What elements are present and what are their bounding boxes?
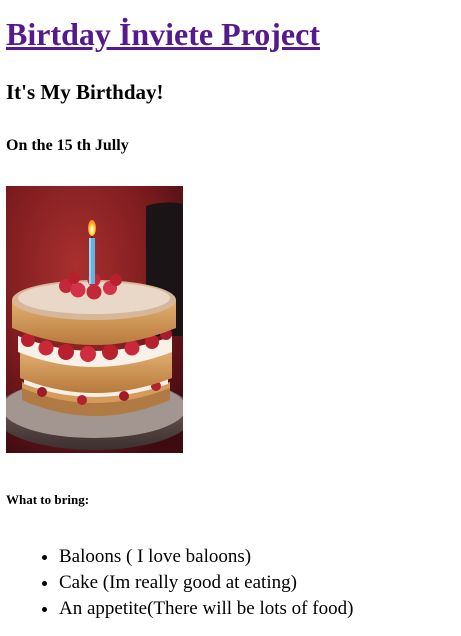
list-item: Baloons ( I love baloons) xyxy=(59,544,353,570)
bring-list: Baloons ( I love baloons) Cake (Im reall… xyxy=(19,544,353,622)
cake-illustration xyxy=(6,186,183,453)
date-line: On the 15 th Jully xyxy=(6,137,129,154)
birthday-cake-image xyxy=(6,186,183,453)
bring-heading: What to bring: xyxy=(6,492,90,507)
page: Birtday İnviete Project It's My Birthday… xyxy=(0,0,461,619)
list-item: Cake (Im really good at eating) xyxy=(59,570,353,596)
page-subtitle: It's My Birthday! xyxy=(6,80,164,104)
list-item: An appetite(There will be lots of food) xyxy=(59,596,353,622)
